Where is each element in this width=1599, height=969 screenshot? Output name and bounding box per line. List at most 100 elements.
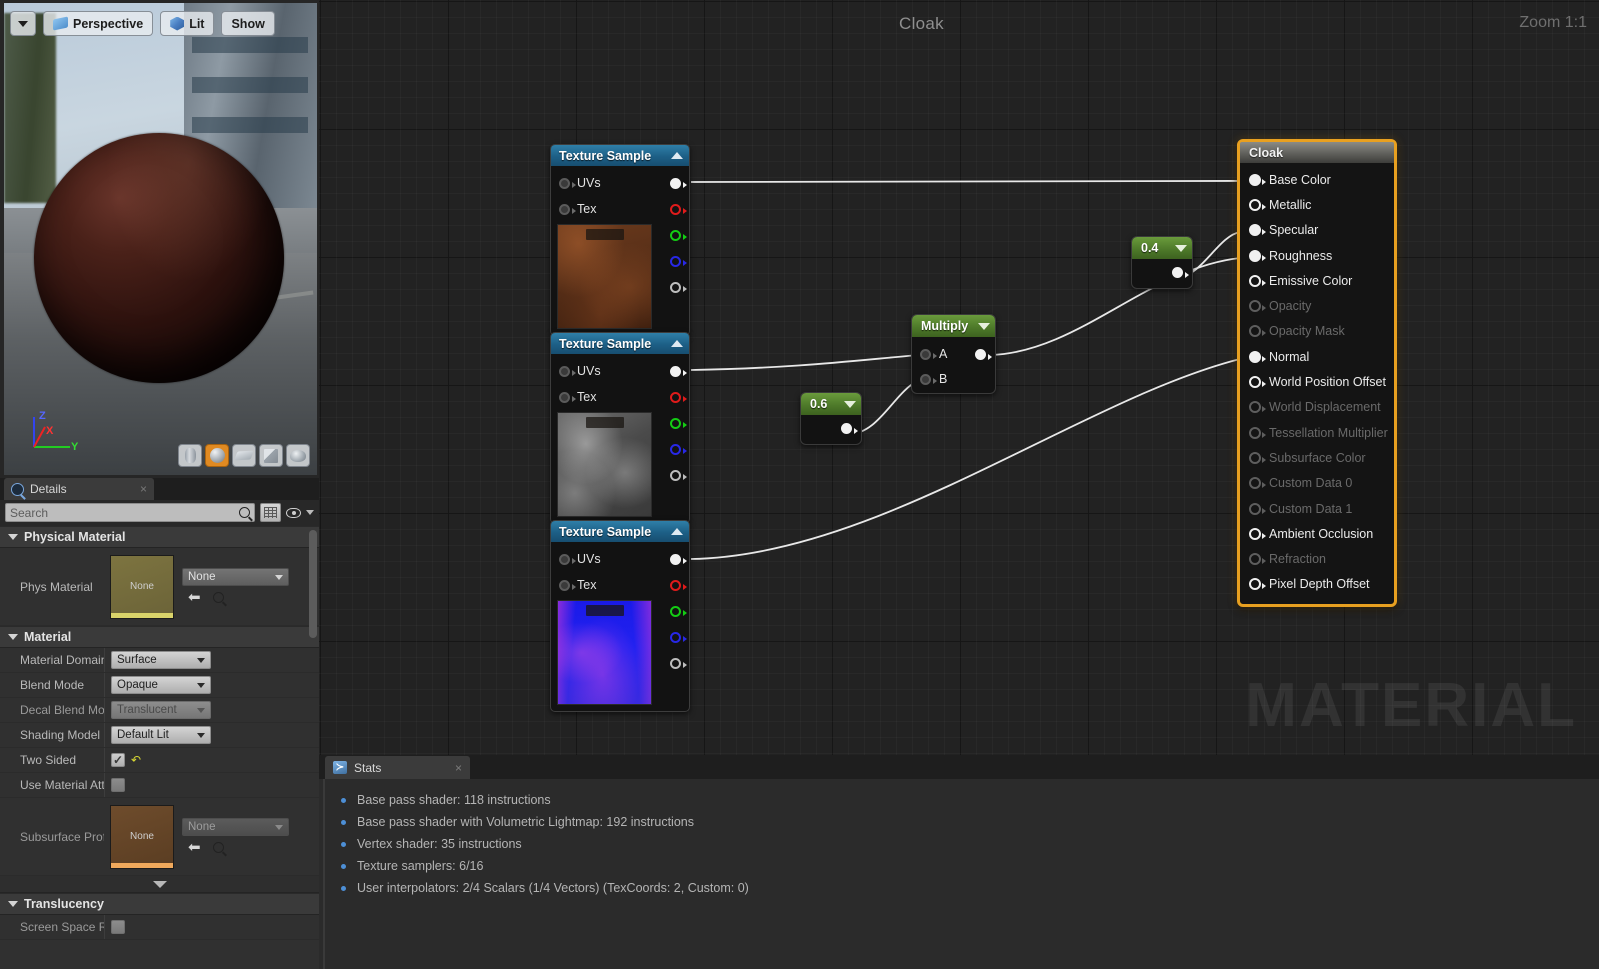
material-pin-metallic[interactable]: Metallic [1240,192,1394,217]
output-pin[interactable] [670,365,687,377]
category-translucency[interactable]: Translucency [0,893,319,915]
output-pin[interactable] [670,203,687,215]
output-pin[interactable] [670,469,687,481]
output-pin-b[interactable] [670,248,687,274]
use-selected-asset-icon[interactable]: ⬅ [188,840,201,855]
output-pin-g[interactable] [670,598,687,624]
phys-material-thumbnail[interactable]: None [110,554,174,619]
node-header[interactable]: Cloak [1240,142,1394,163]
input-pin[interactable] [1249,527,1266,540]
output-pin-r[interactable] [670,572,687,598]
tab-stats[interactable]: ≻ Stats × [325,756,470,779]
viewport-perspective-button[interactable]: Perspective [43,11,154,36]
node-scalar-0-4[interactable]: 0.4 [1131,236,1193,289]
search-field-wrapper[interactable] [5,503,255,522]
material-pin-emissive-color[interactable]: Emissive Color [1240,268,1394,293]
output-pin-rgb[interactable] [670,358,687,384]
node-input-a[interactable]: A [920,347,947,361]
output-pin[interactable] [670,417,687,429]
output-pin-r[interactable] [670,196,687,222]
output-pin[interactable] [670,391,687,403]
collapse-icon[interactable] [671,528,683,535]
input-pin[interactable] [559,177,576,189]
output-pin[interactable] [670,177,687,189]
node-input-tex[interactable]: Tex [551,196,689,222]
two-sided-checkbox[interactable]: ✓ [111,753,125,767]
output-pin[interactable] [670,553,687,565]
chevron-down-icon[interactable] [1175,244,1187,252]
texture-thumbnail-albedo[interactable] [557,224,652,329]
use-selected-asset-icon[interactable]: ⬅ [188,590,201,605]
material-preview-viewport[interactable]: Perspective Lit Show Z Y X [4,3,317,475]
output-pin-a[interactable] [670,462,687,488]
blend-mode-combo[interactable]: Opaque [111,676,211,694]
output-pin[interactable] [670,281,687,293]
chevron-down-icon[interactable] [978,322,990,330]
material-pin-roughness[interactable]: Roughness [1240,243,1394,268]
node-input-uvs[interactable]: UVs [551,170,689,196]
node-header[interactable]: Texture Sample [551,521,689,542]
node-input-tex[interactable]: Tex [551,384,689,410]
shape-button-plane[interactable] [232,444,256,467]
output-pin-a[interactable] [670,650,687,676]
node-material-output[interactable]: Cloak Base Color Metallic Specular Rough… [1237,139,1397,608]
input-pin[interactable] [1249,376,1266,389]
category-material[interactable]: Material [0,626,319,648]
output-pin[interactable] [670,229,687,241]
output-pin[interactable] [670,579,687,591]
output-pin-b[interactable] [670,436,687,462]
input-pin[interactable] [1249,198,1266,211]
output-pin[interactable] [670,255,687,267]
material-domain-combo[interactable]: Surface [111,651,211,669]
material-pin-pixel-depth-offset[interactable]: Pixel Depth Offset [1240,572,1394,597]
node-multiply[interactable]: Multiply A B [911,314,996,394]
node-texture-sample-roughness[interactable]: Texture Sample UVs Tex [550,332,690,524]
close-icon[interactable]: × [455,761,462,775]
preview-mesh-sphere[interactable] [34,133,284,383]
output-pin[interactable] [670,631,687,643]
node-texture-sample-normal[interactable]: Texture Sample UVs Tex [550,520,690,712]
tab-details[interactable]: Details × [4,478,154,500]
node-header[interactable]: Texture Sample [551,145,689,166]
node-header[interactable]: 0.4 [1132,237,1192,259]
browse-asset-icon[interactable] [212,592,224,603]
output-pin[interactable] [670,605,687,617]
show-advanced-expander[interactable] [0,876,319,893]
node-input-tex[interactable]: Tex [551,572,689,598]
collapse-icon[interactable] [671,152,683,159]
viewport-lit-button[interactable]: Lit [160,11,215,36]
shape-button-teapot[interactable] [286,444,310,467]
chevron-down-icon[interactable] [844,400,856,408]
viewport-options-button[interactable] [10,11,36,36]
output-pin-a[interactable] [670,274,687,300]
node-header[interactable]: Texture Sample [551,333,689,354]
input-pin[interactable] [1249,224,1266,237]
subsurface-profile-thumbnail[interactable]: None [110,804,174,869]
output-pin[interactable] [670,657,687,669]
output-pin[interactable] [1172,267,1189,278]
node-header[interactable]: 0.6 [801,393,861,415]
output-pin[interactable] [841,423,858,434]
viewport-show-button[interactable]: Show [221,11,275,36]
texture-thumbnail-normal[interactable] [557,600,652,705]
input-pin[interactable] [1249,578,1266,591]
output-pin-rgb[interactable] [670,546,687,572]
node-scalar-0-6[interactable]: 0.6 [800,392,862,445]
subsurface-profile-combo[interactable]: None [182,818,289,836]
node-input-b[interactable]: B [920,372,947,386]
input-pin[interactable] [559,553,576,565]
node-input-uvs[interactable]: UVs [551,358,689,384]
output-pin[interactable] [975,349,992,360]
search-input[interactable] [10,505,239,520]
phys-material-combo[interactable]: None [182,568,289,586]
material-pin-normal[interactable]: Normal [1240,344,1394,369]
browse-asset-icon[interactable] [212,842,224,853]
details-view-grid-button[interactable] [260,503,281,522]
material-pin-base-color[interactable]: Base Color [1240,167,1394,192]
input-pin[interactable] [1249,274,1266,287]
screen-space-reflections-checkbox[interactable] [111,920,125,934]
input-pin[interactable] [559,203,576,215]
output-pin-r[interactable] [670,384,687,410]
output-pin[interactable] [670,443,687,455]
input-pin[interactable] [1249,249,1266,262]
